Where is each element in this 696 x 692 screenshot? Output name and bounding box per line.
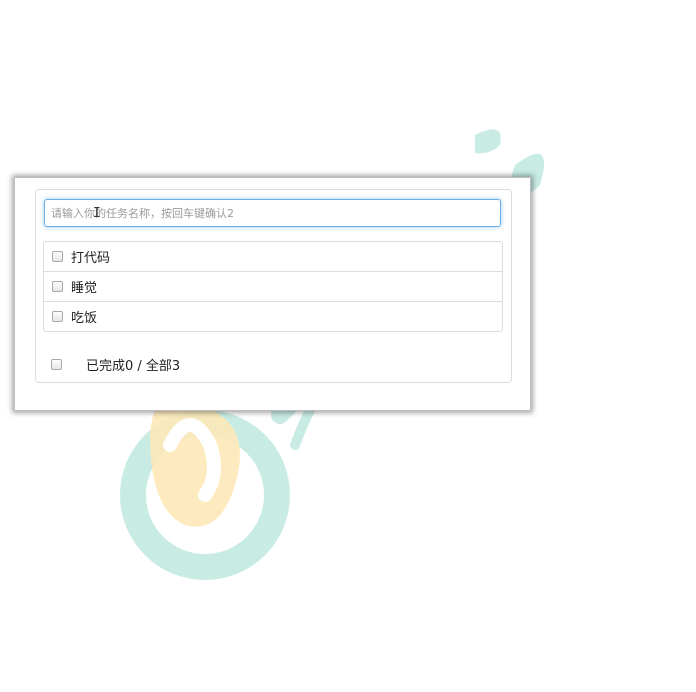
task-label: 吃饭: [71, 311, 98, 326]
task-checkbox[interactable]: [52, 251, 63, 262]
task-list: 打代码 睡觉 吃饭: [43, 241, 503, 332]
task-item[interactable]: 吃饭: [44, 301, 502, 331]
text-cursor-icon: I: [93, 206, 101, 221]
task-label: 打代码: [71, 251, 111, 266]
todo-footer: 已完成0 / 全部3: [51, 355, 180, 374]
select-all-checkbox[interactable]: [51, 359, 62, 370]
todo-panel: I 打代码 睡觉 吃饭 已完成0 / 全部3: [35, 189, 512, 383]
completion-summary: 已完成0 / 全部3: [86, 359, 181, 374]
task-item[interactable]: 打代码: [44, 242, 502, 271]
todo-app-window: I 打代码 睡觉 吃饭 已完成0 / 全部3: [14, 177, 531, 411]
task-checkbox[interactable]: [52, 311, 63, 322]
task-item[interactable]: 睡觉: [44, 271, 502, 301]
task-name-input[interactable]: [44, 199, 501, 227]
task-checkbox[interactable]: [52, 281, 63, 292]
task-label: 睡觉: [71, 281, 98, 296]
